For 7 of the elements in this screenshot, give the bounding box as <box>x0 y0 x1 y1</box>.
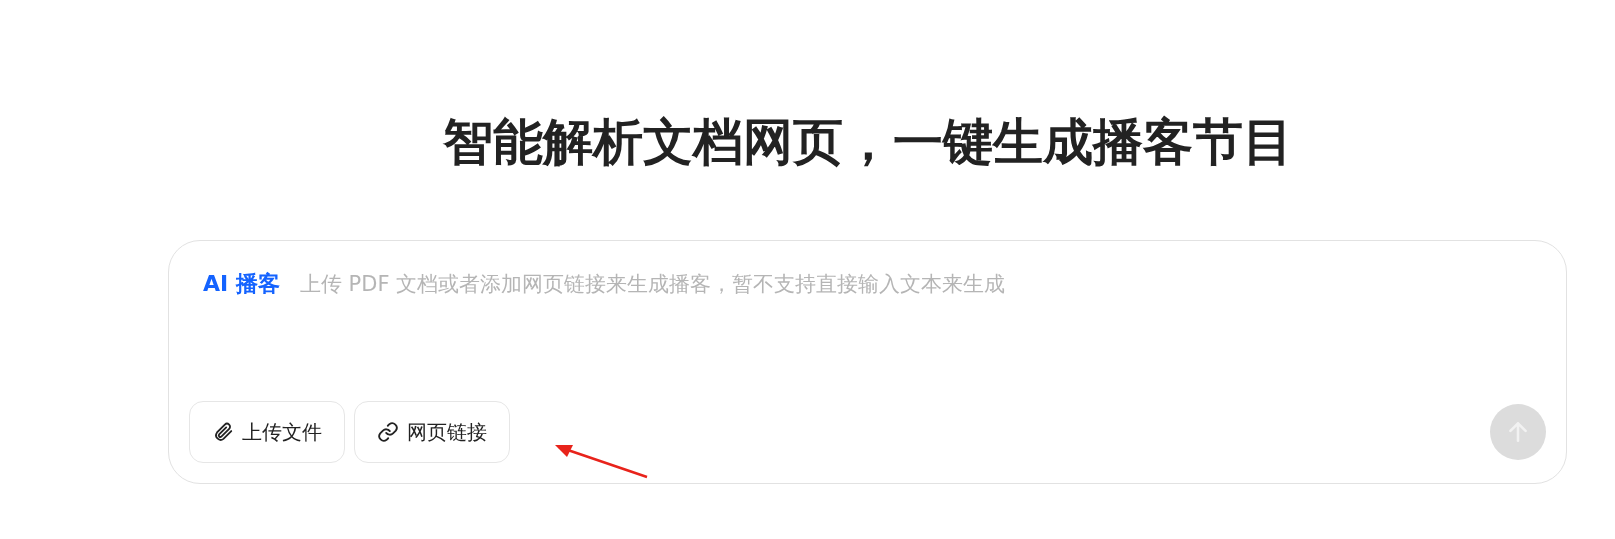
paperclip-icon <box>212 421 234 443</box>
prompt-field[interactable]: 上传 PDF 文档或者添加网页链接来生成播客，暂不支持直接输入文本来生成 <box>299 272 1546 296</box>
link-icon <box>377 421 399 443</box>
page-heading: 智能解析文档网页，一键生成播客节目 <box>441 112 1294 173</box>
mode-label: AI 播客 <box>203 270 280 298</box>
upload-file-button[interactable]: 上传文件 <box>189 401 345 463</box>
web-link-button[interactable]: 网页链接 <box>354 401 510 463</box>
